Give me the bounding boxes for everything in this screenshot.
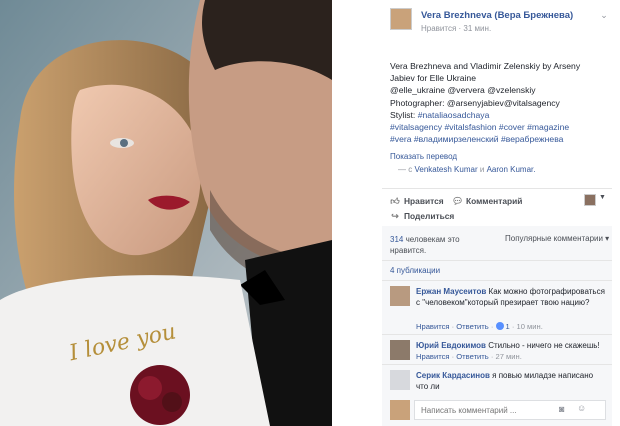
comment-like-link[interactable]: Нравится bbox=[416, 322, 450, 331]
caption-line: Vera Brezhneva and Vladimir Zelenskiy by… bbox=[390, 61, 581, 71]
post-caption: Vera Brezhneva and Vladimir Zelenskiy by… bbox=[390, 60, 615, 145]
tagged-person-link[interactable]: Aaron Kumar. bbox=[487, 165, 536, 174]
comment-time[interactable]: · 27 мин. bbox=[491, 352, 522, 361]
comment-meta: Нравится · Ответить · 1 · 10 мин. bbox=[416, 322, 543, 331]
divider bbox=[382, 188, 612, 189]
post-photo[interactable]: I love you bbox=[0, 0, 332, 426]
divider bbox=[382, 364, 612, 365]
comment-reply-link[interactable]: Ответить bbox=[456, 352, 488, 361]
comment-meta: Нравится · Ответить · 27 мин. bbox=[416, 352, 522, 361]
comment-text: Ержан Маусеитов Как можно фотографироват… bbox=[416, 286, 606, 308]
comment-sort-dropdown[interactable]: Популярные комментарии ▾ bbox=[505, 234, 609, 243]
share-action[interactable]: ↪ Поделиться bbox=[390, 211, 454, 221]
caption-line: Photographer: @arsenyjabiev@vitalsagency bbox=[390, 97, 560, 108]
author-name[interactable]: Vera Brezhneva (Вера Брежнева) bbox=[421, 10, 573, 21]
comment-icon: 💬︎ bbox=[452, 196, 464, 206]
meta-like-link[interactable]: Нравится bbox=[421, 24, 456, 33]
like-action[interactable]: 👍︎ Нравится bbox=[390, 196, 444, 206]
comment-content: Стильно - ничего не скажешь! bbox=[488, 341, 600, 350]
commenter-name[interactable]: Юрий Евдокимов bbox=[416, 341, 486, 350]
like-label: Нравится bbox=[404, 196, 444, 206]
post-panel: Vera Brezhneva (Вера Брежнева) Нравится … bbox=[332, 0, 620, 426]
share-label: Поделиться bbox=[404, 211, 455, 221]
commenter-avatar[interactable] bbox=[390, 286, 410, 306]
comment-text: Юрий Евдокимов Стильно - ничего не скаже… bbox=[416, 340, 606, 351]
divider bbox=[382, 334, 612, 335]
caption-line: @elle_ukraine @ververa @vzelenskiy bbox=[390, 85, 536, 96]
like-count-icon bbox=[496, 322, 505, 330]
with-and: и bbox=[479, 165, 485, 174]
show-translation-link[interactable]: Показать перевод bbox=[390, 152, 457, 161]
comment-like-count[interactable]: 1 bbox=[505, 322, 509, 331]
commenter-name[interactable]: Ержан Маусеитов bbox=[416, 287, 486, 296]
emoji-icon[interactable]: ☺ bbox=[577, 403, 586, 413]
post-as-avatar[interactable] bbox=[584, 194, 596, 206]
likes-number[interactable]: 314 bbox=[390, 235, 403, 244]
divider bbox=[382, 280, 612, 281]
comment-label: Комментарий bbox=[466, 196, 523, 206]
comment-action[interactable]: 💬︎ Комментарий bbox=[452, 196, 522, 206]
author-avatar[interactable] bbox=[390, 8, 412, 30]
dress-rose bbox=[130, 365, 190, 425]
commenter-avatar[interactable] bbox=[390, 340, 410, 360]
divider bbox=[382, 260, 612, 261]
caret-down-icon[interactable]: ▼ bbox=[599, 194, 606, 201]
with-prefix: — с bbox=[398, 165, 413, 174]
share-icon: ↪ bbox=[391, 211, 399, 221]
publications-link[interactable]: 4 публикации bbox=[390, 266, 440, 275]
tagged-person-link[interactable]: Venkatesh Kumar bbox=[414, 165, 477, 174]
post-time[interactable]: · 31 мин. bbox=[459, 24, 492, 33]
comment-time[interactable]: · 10 мин. bbox=[512, 322, 543, 331]
camera-icon[interactable]: ◙ bbox=[559, 404, 564, 414]
caption-line: Stylist: #nataliaosadchaya bbox=[390, 109, 615, 121]
current-user-avatar bbox=[390, 400, 410, 420]
commenter-avatar[interactable] bbox=[390, 370, 410, 390]
comment-input-row: ◙ ☺ bbox=[382, 396, 612, 426]
tagged-people: — с Venkatesh Kumar и Aaron Kumar. bbox=[398, 165, 535, 174]
caption-line: Jabiev for Elle Ukraine bbox=[390, 73, 476, 84]
hashtags-line[interactable]: #vitalsagency #vitalsfashion #cover #mag… bbox=[390, 121, 615, 133]
photo-illustration: I love you bbox=[0, 0, 332, 426]
stylist-tag-link[interactable]: #nataliaosadchaya bbox=[418, 110, 490, 120]
hashtags-line[interactable]: #vera #владимирзеленский #верабрежнева bbox=[390, 133, 615, 145]
commenter-name[interactable]: Серик Кардасинов bbox=[416, 371, 490, 380]
comment-reply-link[interactable]: Ответить bbox=[456, 322, 488, 331]
comment-like-link[interactable]: Нравится bbox=[416, 352, 450, 361]
post-header: Vera Brezhneva (Вера Брежнева) Нравится … bbox=[332, 0, 620, 40]
thumbs-up-icon: 👍︎ bbox=[390, 196, 400, 206]
stylist-label: Stylist: bbox=[390, 109, 418, 120]
comment-text: Серик Кардасинов я повью миладзе написан… bbox=[416, 370, 606, 392]
likes-summary[interactable]: 314 человекам это нравится. bbox=[390, 234, 470, 256]
chevron-down-icon[interactable]: ⌄ bbox=[598, 10, 610, 20]
comments-section: 314 человекам это нравится. Популярные к… bbox=[382, 226, 612, 426]
post-meta: Нравится · 31 мин. bbox=[421, 24, 491, 33]
